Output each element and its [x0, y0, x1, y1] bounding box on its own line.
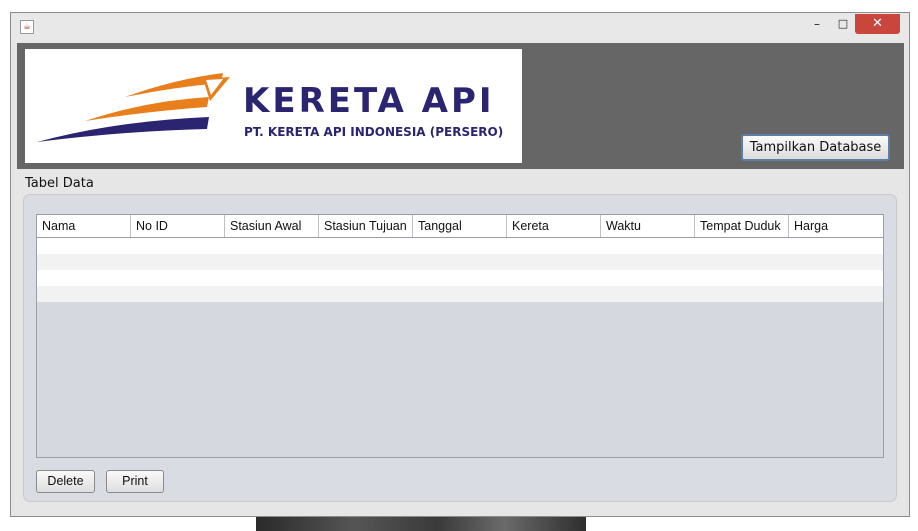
column-header-stasiun-tujuan[interactable]: Stasiun Tujuan — [319, 215, 413, 237]
column-header-no-id[interactable]: No ID — [131, 215, 225, 237]
app-window: ☕ – □ ✕ KERETA API PT. KERETA API INDONE… — [10, 12, 910, 517]
column-header-waktu[interactable]: Waktu — [601, 215, 695, 237]
minimize-button[interactable]: – — [806, 14, 828, 34]
data-panel: Nama No ID Stasiun Awal Stasiun Tujuan T… — [23, 194, 897, 502]
kereta-api-logo: KERETA API PT. KERETA API INDONESIA (PER… — [25, 49, 522, 163]
close-button[interactable]: ✕ — [855, 14, 900, 34]
data-table[interactable]: Nama No ID Stasiun Awal Stasiun Tujuan T… — [36, 214, 884, 458]
column-header-harga[interactable]: Harga — [789, 215, 883, 237]
print-button[interactable]: Print — [106, 470, 164, 493]
table-row[interactable] — [37, 270, 883, 286]
logo-title: KERETA API — [243, 81, 495, 121]
maximize-button[interactable]: □ — [832, 14, 854, 34]
section-label: Tabel Data — [25, 176, 94, 191]
java-cup-icon: ☕ — [20, 20, 34, 34]
table-rows — [37, 238, 883, 302]
header-panel: KERETA API PT. KERETA API INDONESIA (PER… — [17, 43, 904, 169]
column-header-kereta[interactable]: Kereta — [507, 215, 601, 237]
column-header-tanggal[interactable]: Tanggal — [413, 215, 507, 237]
column-header-nama[interactable]: Nama — [37, 215, 131, 237]
column-header-tempat-duduk[interactable]: Tempat Duduk — [695, 215, 789, 237]
column-header-stasiun-awal[interactable]: Stasiun Awal — [225, 215, 319, 237]
table-row[interactable] — [37, 238, 883, 254]
delete-button[interactable]: Delete — [36, 470, 95, 493]
show-database-button[interactable]: Tampilkan Database — [741, 134, 890, 161]
table-header: Nama No ID Stasiun Awal Stasiun Tujuan T… — [37, 215, 883, 238]
table-row[interactable] — [37, 286, 883, 302]
logo-subtitle: PT. KERETA API INDONESIA (PERSERO) — [244, 125, 504, 139]
table-row[interactable] — [37, 254, 883, 270]
title-bar: ☕ – □ ✕ — [11, 13, 909, 41]
